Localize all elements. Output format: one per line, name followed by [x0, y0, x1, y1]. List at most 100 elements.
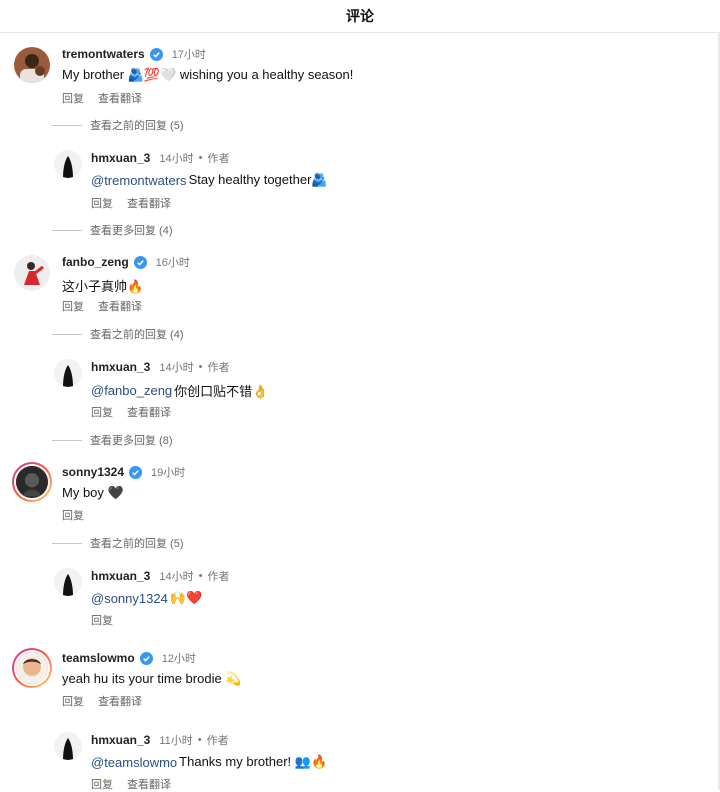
author-badge: 作者: [207, 362, 230, 374]
timestamp: 14小时: [159, 571, 194, 583]
divider: [52, 333, 82, 335]
timestamp: 16小时: [155, 257, 190, 269]
avatar[interactable]: [54, 150, 82, 178]
username[interactable]: hmxuan_3: [91, 360, 150, 374]
avatar-story-ring[interactable]: [12, 648, 52, 688]
translate-button[interactable]: 查看翻译: [127, 195, 171, 211]
translate-button[interactable]: 查看翻译: [127, 404, 171, 420]
reply-text: @tremontwaters Stay healthy together🫂: [91, 172, 328, 188]
verified-badge-icon: [149, 47, 163, 61]
comment-actions: 回复 查看翻译: [62, 90, 142, 106]
avatar-photo: [54, 732, 82, 760]
reply-button[interactable]: 回复: [91, 404, 113, 420]
separator-dot: •: [198, 570, 203, 582]
username[interactable]: tremontwaters: [62, 47, 145, 61]
verified-badge-icon: [139, 651, 153, 665]
username[interactable]: hmxuan_3: [91, 733, 150, 747]
reply-button[interactable]: 回复: [91, 612, 113, 628]
view-previous-replies-label[interactable]: 查看之前的回复 (5): [90, 117, 184, 133]
comment-text: 这小子真帅🔥: [62, 279, 144, 294]
translate-button[interactable]: 查看翻译: [98, 693, 142, 709]
mention-link[interactable]: @fanbo_zeng: [91, 383, 172, 398]
timestamp: 17小时: [171, 49, 206, 61]
avatar[interactable]: [54, 568, 82, 596]
reply-actions: 回复 查看翻译: [91, 404, 171, 420]
comment-meta: sonny1324 19小时: [62, 464, 185, 480]
username[interactable]: hmxuan_3: [91, 569, 150, 583]
reply-actions: 回复 查看翻译: [91, 195, 171, 211]
page-title: 评论: [346, 8, 374, 24]
view-more-replies-label[interactable]: 查看更多回复 (4): [90, 222, 173, 238]
reply-text: @fanbo_zeng 你创口贴不错👌: [91, 381, 268, 400]
avatar[interactable]: [54, 359, 82, 387]
username[interactable]: teamslowmo: [62, 651, 135, 665]
reply-text: @teamslowmo Thanks my brother! 👥🔥: [91, 754, 327, 770]
divider: [52, 229, 82, 231]
avatar-photo: [16, 652, 48, 684]
avatar-photo: [54, 150, 82, 178]
view-previous-replies-label[interactable]: 查看之前的回复 (5): [90, 535, 184, 551]
view-more-replies[interactable]: 查看更多回复 (8): [52, 432, 173, 448]
timestamp: 14小时: [159, 362, 194, 374]
username[interactable]: hmxuan_3: [91, 151, 150, 165]
avatar-story-ring[interactable]: [12, 462, 52, 502]
separator-dot: •: [198, 361, 203, 373]
avatar-photo: [14, 255, 50, 291]
view-more-replies-label[interactable]: 查看更多回复 (8): [90, 432, 173, 448]
comment-actions: 回复 查看翻译: [62, 693, 142, 709]
avatar: [14, 464, 50, 500]
comment-actions: 回复 查看翻译: [62, 298, 142, 314]
avatar: [14, 650, 50, 686]
separator-dot: •: [197, 734, 202, 746]
reply-body: 你创口贴不错👌: [174, 384, 269, 399]
comments-header: 评论: [0, 0, 720, 33]
view-previous-replies-label[interactable]: 查看之前的回复 (4): [90, 326, 184, 342]
reply-text: @sonny1324 🙌❤️: [91, 590, 202, 606]
reply-button[interactable]: 回复: [62, 298, 84, 314]
view-more-replies[interactable]: 查看更多回复 (4): [52, 222, 173, 238]
mention-link[interactable]: @tremontwaters: [91, 173, 187, 188]
reply-button[interactable]: 回复: [62, 90, 84, 106]
timestamp: 11小时: [159, 735, 193, 747]
translate-button[interactable]: 查看翻译: [98, 90, 142, 106]
comment-text: yeah hu its your time brodie 💫: [62, 671, 242, 686]
avatar-photo: [54, 568, 82, 596]
reply-body: Stay healthy together🫂: [188, 172, 328, 187]
divider: [52, 542, 82, 544]
comment-actions: 回复: [62, 507, 84, 523]
comment-meta: fanbo_zeng 16小时: [62, 254, 190, 270]
verified-badge-icon: [133, 255, 147, 269]
reply-meta: hmxuan_3 14小时 • 作者: [91, 568, 229, 584]
avatar-photo: [16, 466, 48, 498]
translate-button[interactable]: 查看翻译: [98, 298, 142, 314]
divider: [52, 124, 82, 126]
username[interactable]: fanbo_zeng: [62, 255, 129, 269]
avatar[interactable]: [14, 47, 50, 83]
reply-meta: hmxuan_3 14小时 • 作者: [91, 359, 229, 375]
mention-link[interactable]: @teamslowmo: [91, 755, 177, 770]
author-badge: 作者: [206, 735, 229, 747]
mention-link[interactable]: @sonny1324: [91, 591, 168, 606]
timestamp: 14小时: [159, 153, 194, 165]
timestamp: 19小时: [151, 467, 186, 479]
avatar[interactable]: [14, 255, 50, 291]
timestamp: 12小时: [161, 653, 196, 665]
reply-button[interactable]: 回复: [62, 693, 84, 709]
avatar-photo: [14, 47, 50, 83]
view-previous-replies[interactable]: 查看之前的回复 (5): [52, 117, 184, 133]
reply-meta: hmxuan_3 14小时 • 作者: [91, 150, 229, 166]
view-previous-replies[interactable]: 查看之前的回复 (4): [52, 326, 184, 342]
view-previous-replies[interactable]: 查看之前的回复 (5): [52, 535, 184, 551]
comment-meta: tremontwaters 17小时: [62, 46, 206, 62]
comment-meta: teamslowmo 12小时: [62, 650, 196, 666]
reply-body: 🙌❤️: [169, 590, 203, 605]
comment-text: My brother 🫂💯🤍 wishing you a healthy sea…: [62, 67, 354, 82]
avatar[interactable]: [54, 732, 82, 760]
reply-button[interactable]: 回复: [62, 507, 84, 523]
divider: [52, 439, 82, 441]
reply-body: Thanks my brother! 👥🔥: [179, 754, 328, 769]
avatar-photo: [54, 359, 82, 387]
username[interactable]: sonny1324: [62, 465, 124, 479]
reply-button[interactable]: 回复: [91, 195, 113, 211]
reply-meta: hmxuan_3 11小时 • 作者: [91, 732, 229, 748]
